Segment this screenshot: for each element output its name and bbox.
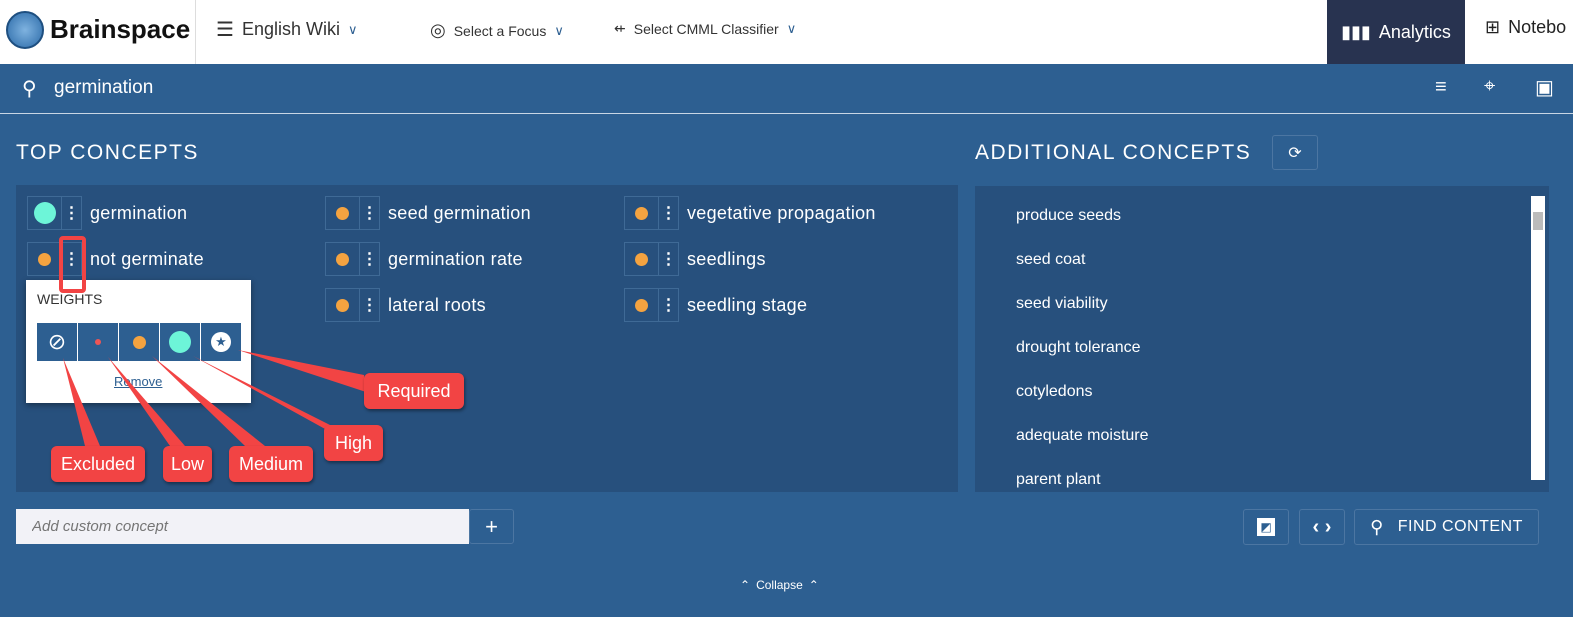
additional-concepts-title: ADDITIONAL CONCEPTS	[975, 141, 1252, 164]
callout-low: Low	[163, 446, 212, 482]
tab-label: Analytics	[1378, 21, 1451, 42]
search-icon: ⚲	[1370, 516, 1384, 537]
pointer-low	[108, 357, 185, 446]
bar-chart-icon: ▮▮▮	[1341, 21, 1371, 42]
pointer-required	[238, 350, 366, 392]
callout-required: Required	[364, 373, 464, 409]
chevron-up-icon: ⌃	[740, 578, 751, 592]
concept-label: seedling stage	[687, 294, 808, 315]
additional-concept-item[interactable]: parent plant	[1016, 471, 1101, 488]
medium-weight-icon	[635, 252, 648, 266]
tab-notebook[interactable]: ⊞ Notebo	[1485, 17, 1566, 38]
chevron-down-icon: ∨	[786, 20, 797, 36]
concept-label: vegetative propagation	[687, 202, 876, 223]
classifier-selector[interactable]: ⇷ Select CMML Classifier ∨	[614, 20, 796, 37]
additional-concept-item[interactable]: seed coat	[1016, 251, 1085, 269]
tab-analytics[interactable]: ▮▮▮ Analytics	[1327, 0, 1465, 64]
medium-weight-icon	[635, 298, 648, 312]
weight-toggle[interactable]	[624, 242, 659, 276]
collapse-button[interactable]: ⌃ Collapse ⌃	[740, 578, 819, 592]
concept-chip[interactable]: ⋮ seedling stage	[624, 288, 807, 322]
more-vert-icon[interactable]: ⋮	[659, 196, 679, 230]
find-content-label: FIND CONTENT	[1397, 518, 1523, 535]
additional-concept-item[interactable]: adequate moisture	[1016, 427, 1149, 445]
concept-chip[interactable]: ⋮ vegetative propagation	[624, 196, 876, 230]
scrollbar[interactable]	[1531, 196, 1545, 480]
callout-medium: Medium	[229, 446, 313, 482]
weight-toggle[interactable]	[624, 288, 659, 322]
classifier-label: Select CMML Classifier	[633, 20, 779, 37]
tab-label: Notebo	[1508, 17, 1567, 37]
concept-label: seedlings	[687, 248, 766, 269]
exposure-icon: ◩	[1257, 518, 1275, 536]
chevron-up-icon: ⌃	[808, 578, 819, 592]
medium-weight-icon	[635, 206, 648, 220]
callout-high: High	[324, 425, 383, 461]
concept-chip[interactable]: ⋮ seedlings	[624, 242, 766, 276]
additional-concept-item[interactable]: cotyledons	[1016, 383, 1093, 401]
code-button[interactable]: ‹ ›	[1299, 509, 1345, 545]
image-compare-button[interactable]: ◩	[1243, 509, 1289, 545]
pointer-excluded	[63, 358, 100, 446]
additional-concept-item[interactable]: produce seeds	[1016, 207, 1121, 225]
callout-excluded: Excluded	[51, 446, 145, 482]
custom-concept-input[interactable]	[16, 509, 469, 544]
refresh-search-icon: ⟳	[1288, 144, 1302, 162]
additional-concept-item[interactable]: drought tolerance	[1016, 339, 1141, 357]
refresh-search-button[interactable]: ⟳	[1272, 135, 1318, 170]
more-vert-icon[interactable]: ⋮	[659, 288, 679, 322]
more-vert-icon[interactable]: ⋮	[659, 242, 679, 276]
target-icon[interactable]: ⌖	[1484, 75, 1495, 98]
grid-icon: ⊞	[1485, 17, 1501, 37]
collapse-label: Collapse	[756, 578, 803, 592]
additional-concept-item[interactable]: seed viability	[1016, 295, 1108, 313]
callout-pointers	[63, 350, 366, 446]
find-content-button[interactable]: ⚲ FIND CONTENT	[1354, 509, 1539, 545]
filter-icon[interactable]: ≡	[1435, 76, 1447, 99]
weight-toggle[interactable]	[624, 196, 659, 230]
add-concept-button[interactable]: +	[469, 509, 514, 544]
classifier-icon: ⇷	[614, 20, 626, 36]
save-icon[interactable]: ▣	[1535, 75, 1554, 100]
